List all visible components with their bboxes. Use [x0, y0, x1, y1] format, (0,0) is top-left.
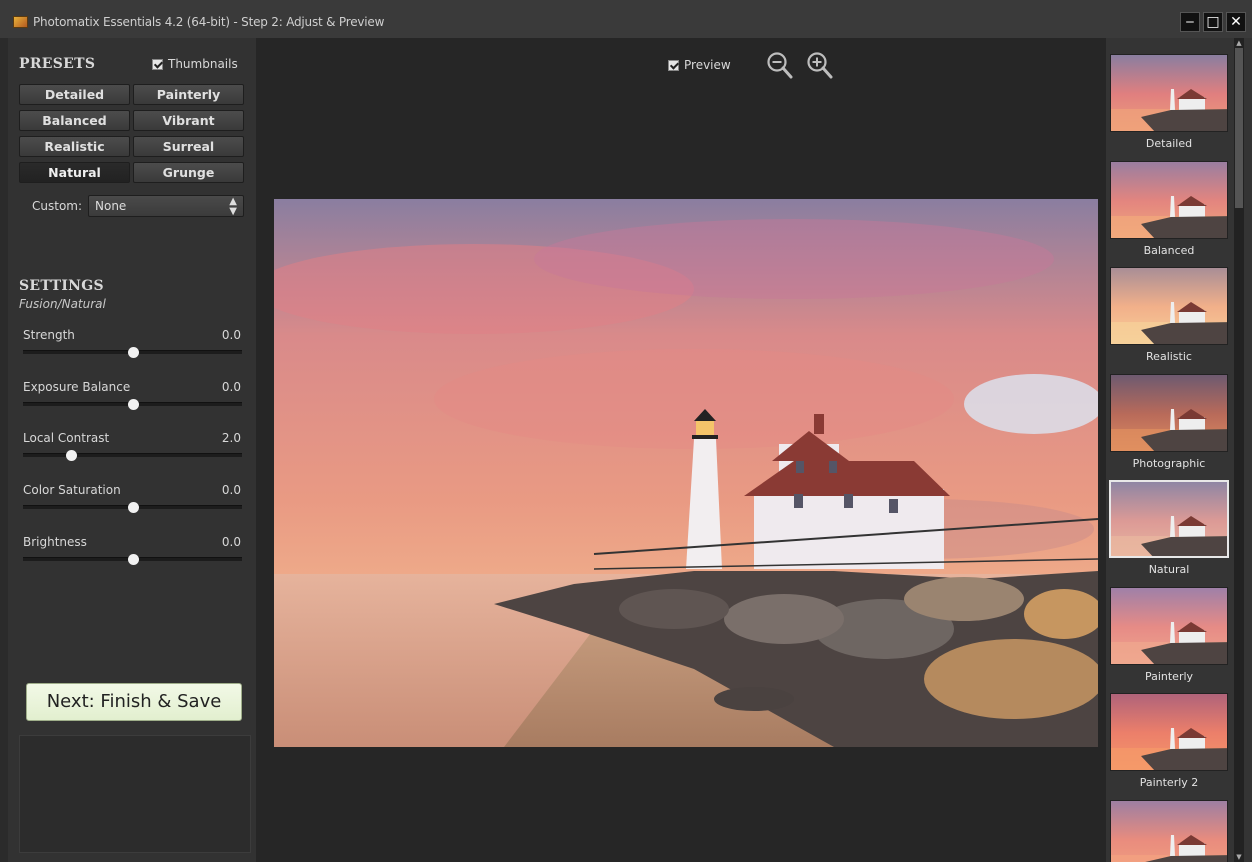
scroll-down-icon[interactable]: ▼	[1234, 852, 1244, 862]
select-arrows-icon: ▲ ▼	[229, 196, 237, 217]
thumbnails-label: Thumbnails	[168, 57, 238, 71]
thumbnail-painterly[interactable]	[1110, 586, 1228, 665]
thumbnail-label: Painterly 2	[1139, 776, 1199, 789]
title-bar: Photomatix Essentials 4.2 (64-bit) - Ste…	[0, 0, 1252, 38]
thumbnail-image	[1111, 587, 1227, 664]
thumbnail-image	[1111, 268, 1227, 344]
slider-label: Color Saturation	[23, 483, 121, 497]
thumbnail-label: Realistic	[1146, 350, 1192, 363]
left-panel: PRESETS Thumbnails Detailed Painterly Ba…	[8, 38, 256, 862]
preview-checkbox[interactable]: Preview	[668, 58, 731, 72]
slider-knob[interactable]	[66, 450, 78, 461]
thumbnail-image	[1111, 694, 1227, 770]
thumbnail-painterly-2[interactable]	[1110, 693, 1228, 771]
thumbnail-image	[1111, 161, 1227, 238]
thumbnail-label: Natural	[1148, 563, 1190, 576]
zoom-out-icon[interactable]	[766, 50, 794, 80]
slider-value: 0.0	[221, 380, 241, 394]
slider-track[interactable]	[23, 347, 242, 358]
preset-button-natural[interactable]: Natural	[19, 162, 130, 183]
thumbnail-detailed[interactable]	[1110, 54, 1228, 132]
slider-label: Local Contrast	[23, 431, 110, 445]
preset-button-vibrant[interactable]: Vibrant	[133, 110, 244, 131]
checkbox-checked-icon[interactable]	[668, 59, 679, 71]
thumbnail-balanced[interactable]	[1110, 160, 1228, 239]
window-title: Photomatix Essentials 4.2 (64-bit) - Ste…	[33, 15, 385, 29]
slider-label: Exposure Balance	[23, 380, 131, 394]
preset-button-surreal[interactable]: Surreal	[133, 136, 244, 157]
preview-label: Preview	[684, 58, 731, 72]
preset-button-realistic[interactable]: Realistic	[19, 136, 130, 157]
custom-preset-select[interactable]: None ▲ ▼	[88, 195, 244, 217]
slider-track[interactable]	[23, 554, 242, 565]
slider-track[interactable]	[23, 450, 242, 461]
thumbnails-checkbox[interactable]: Thumbnails	[152, 57, 238, 71]
maximize-button[interactable]: □	[1203, 12, 1223, 32]
scroll-thumb[interactable]	[1235, 48, 1243, 208]
scroll-up-icon[interactable]: ▲	[1234, 38, 1244, 48]
lighthouse-photo	[274, 199, 1098, 747]
thumbnail-label: Detailed	[1145, 137, 1193, 150]
preview-image[interactable]	[274, 199, 1098, 747]
slider-knob[interactable]	[127, 399, 139, 410]
thumbnails-panel: Detailed Balanced Realistic Photographic Nat…	[1106, 38, 1252, 862]
preview-area: Preview	[256, 38, 1106, 862]
thumbnail-realistic[interactable]	[1110, 267, 1228, 345]
presets-heading: PRESETS	[19, 56, 96, 72]
custom-preset-value: None	[95, 199, 127, 213]
thumbnails-scrollbar[interactable]: ▲ ▼	[1234, 38, 1244, 862]
close-button[interactable]: ✕	[1226, 12, 1246, 32]
minimize-button[interactable]: ‒	[1180, 12, 1200, 32]
slider-track[interactable]	[23, 399, 242, 410]
slider-label: Strength	[23, 328, 75, 342]
thumbnail-image	[1111, 55, 1227, 131]
thumbnail-label: Photographic	[1132, 456, 1206, 470]
settings-subtitle: Fusion/Natural	[19, 297, 106, 311]
info-panel	[19, 735, 251, 853]
slider-knob[interactable]	[127, 502, 139, 513]
checkbox-checked-icon[interactable]	[152, 58, 163, 70]
zoom-in-icon[interactable]	[806, 50, 834, 80]
preset-button-balanced[interactable]: Balanced	[19, 110, 130, 131]
slider-value: 0.0	[221, 535, 241, 549]
thumbnail-image	[1111, 800, 1227, 862]
slider-value: 0.0	[221, 328, 241, 342]
thumbnail-natural[interactable]	[1109, 480, 1229, 558]
thumbnail-photographic[interactable]	[1110, 373, 1228, 452]
preset-button-detailed[interactable]: Detailed	[19, 84, 130, 105]
thumbnail-label: Balanced	[1143, 243, 1195, 257]
preset-button-painterly[interactable]: Painterly	[133, 84, 244, 105]
slider-knob[interactable]	[127, 347, 139, 358]
custom-label: Custom:	[32, 199, 83, 213]
thumbnail-image	[1111, 374, 1227, 451]
thumbnail-more[interactable]	[1110, 799, 1228, 862]
slider-value: 2.0	[221, 431, 241, 445]
next-finish-save-button[interactable]: Next: Finish & Save	[26, 683, 242, 721]
settings-heading: SETTINGS	[19, 278, 104, 294]
preset-button-grunge[interactable]: Grunge	[133, 162, 244, 183]
slider-knob[interactable]	[127, 554, 139, 565]
slider-label: Brightness	[23, 535, 87, 549]
slider-value: 0.0	[221, 483, 241, 497]
thumbnail-image	[1111, 482, 1227, 556]
slider-track[interactable]	[23, 502, 242, 513]
thumbnail-label: Painterly	[1144, 669, 1194, 683]
app-icon	[13, 16, 28, 28]
